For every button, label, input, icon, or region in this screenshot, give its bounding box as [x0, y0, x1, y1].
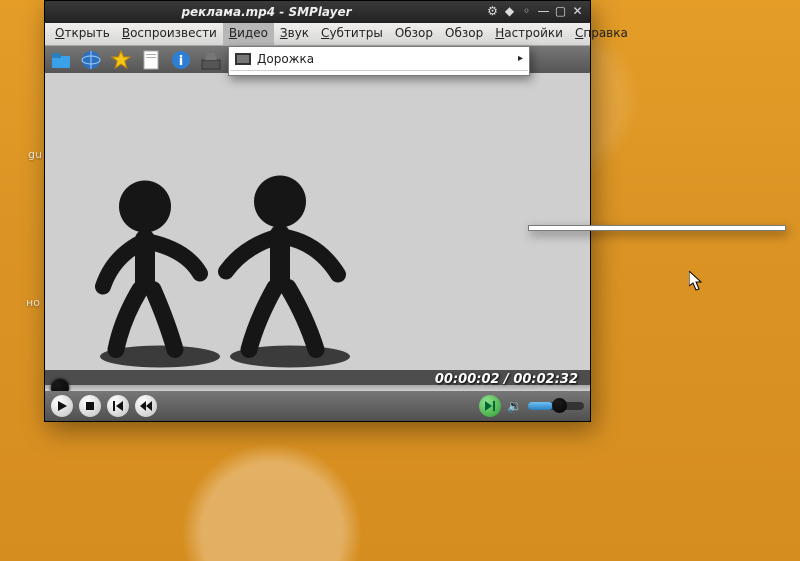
prev-button[interactable] [107, 395, 129, 417]
minimize-button[interactable]: — [535, 4, 552, 20]
rewind-button[interactable] [135, 395, 157, 417]
menu-воспроизвести[interactable]: Воспроизвести [116, 23, 223, 45]
submenu-arrow-icon: ▸ [518, 53, 523, 64]
video-menu: Дорожка ▸ [228, 46, 530, 76]
info-icon[interactable]: i [169, 49, 193, 71]
titlebar: реклама.mp4 - SMPlayer ⚙ ◆ ◦ — ▢ ✕ [45, 1, 590, 23]
menu-item-label: Дорожка [257, 52, 507, 66]
rotate-submenu [528, 225, 786, 231]
menu-настройки[interactable]: Настройки [489, 23, 569, 45]
window-title: реклама.mp4 - SMPlayer [49, 5, 484, 19]
menu-видео[interactable]: Видео [223, 23, 274, 45]
menu-звук[interactable]: Звук [274, 23, 315, 45]
close-button[interactable]: ✕ [569, 4, 586, 20]
favorite-icon[interactable] [109, 49, 133, 71]
track-icon [233, 51, 253, 67]
video-area[interactable] [45, 73, 590, 370]
time-display: 00:00:02 / 00:02:32 [435, 372, 578, 387]
volume-slider[interactable] [528, 402, 584, 410]
menubar: ОткрытьВоспроизвестиВидеоЗвукСубтитрыОбз… [45, 23, 590, 46]
pin-icon[interactable]: ◦ [518, 4, 535, 20]
next-button[interactable] [479, 395, 501, 417]
stop-button[interactable] [79, 395, 101, 417]
svg-text:i: i [179, 54, 183, 69]
menu-открыть[interactable]: Открыть [49, 23, 116, 45]
prefs-icon[interactable] [199, 49, 223, 71]
mute-icon[interactable]: 🔉 [507, 399, 522, 413]
menu-справка[interactable]: Справка [569, 23, 634, 45]
file-icon[interactable] [139, 49, 163, 71]
menu-субтитры[interactable]: Субтитры [315, 23, 389, 45]
play-button[interactable] [51, 395, 73, 417]
maximize-button[interactable]: ▢ [552, 4, 569, 20]
web-icon[interactable] [79, 49, 103, 71]
volume-knob[interactable] [552, 398, 567, 413]
controls-bar: 🔉 [45, 391, 590, 421]
show-desktop-icon[interactable]: ◆ [501, 4, 518, 20]
menu-обзор[interactable]: Обзор [439, 23, 489, 45]
open-file-icon[interactable] [49, 49, 73, 71]
video-menu-item[interactable]: Дорожка ▸ [229, 49, 529, 68]
app-menu-icon[interactable]: ⚙ [484, 4, 501, 20]
menu-обзор[interactable]: Обзор [389, 23, 439, 45]
